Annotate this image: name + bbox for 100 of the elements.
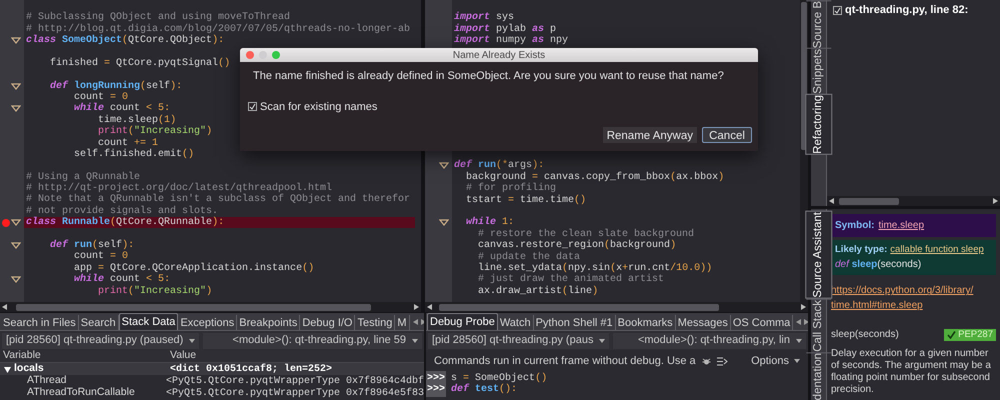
- code-line: class SomeObject(QtCore.QObject):: [26, 34, 224, 48]
- table-cell-text: AThreadToRunCallable: [26, 385, 136, 400]
- caret-icon[interactable]: [794, 359, 800, 363]
- expand-icon[interactable]: [4, 366, 11, 372]
- code-line: tstart = time.time(): [465, 194, 586, 208]
- horizontal-scrollbar[interactable]: [0, 302, 421, 312]
- scroll-right-icon[interactable]: [414, 304, 419, 310]
- tab[interactable]: Python Shell #1: [534, 315, 616, 330]
- vertical-tab[interactable]: Refactoring: [804, 94, 832, 155]
- function-heading: sleep(seconds): [831, 328, 899, 342]
- scroll-left-icon[interactable]: [427, 304, 432, 310]
- vertical-tab[interactable]: Source Assistant: [804, 211, 832, 299]
- frame-dropdown[interactable]: <module>(): qt-threading.py, lin: [613, 332, 806, 348]
- fold-icon[interactable]: [11, 242, 21, 249]
- column-header[interactable]: Value: [168, 350, 196, 364]
- console-line: def test():: [451, 382, 518, 397]
- code-line: import pylab as p: [454, 22, 556, 35]
- scroll-left-icon[interactable]: [412, 318, 418, 324]
- tab[interactable]: Stack Data: [118, 313, 178, 330]
- scrollbar-thumb[interactable]: [439, 304, 719, 310]
- scroll-right-icon[interactable]: [993, 198, 998, 204]
- hint-text: Commands run in current frame without debug. Use a: [434, 354, 696, 369]
- scroll-right-icon[interactable]: [801, 304, 806, 310]
- table-cell-text: <PyQt5.QtCore.pyqtWrapperType 0x7f8964c4dbf: [164, 374, 424, 388]
- vertical-tab[interactable]: dentation: [806, 352, 832, 400]
- list-icon[interactable]: [716, 356, 728, 366]
- dialog-message: The name finished is already defined in SomeObject. Are you sure you want to reuse that name?: [252, 69, 725, 84]
- symbol-label: Symbol:: [835, 219, 874, 234]
- code-line: count += 1: [97, 136, 158, 148]
- caret-icon[interactable]: [412, 338, 418, 342]
- vertical-tab[interactable]: Source B: [806, 0, 832, 48]
- dialog-button[interactable]: Rename Anyway: [602, 127, 697, 143]
- code-line: # not provide signals and slots.: [26, 204, 218, 217]
- code-line: import numpy as npy: [454, 34, 568, 48]
- code-line: time.sleep(1): [97, 114, 176, 126]
- table-cell-text: <dict 0x1051ccaf8; len=252>: [169, 362, 332, 376]
- caret-icon[interactable]: [599, 338, 606, 342]
- code-line: # just draw the animated artist: [477, 272, 664, 286]
- fold-icon[interactable]: [11, 219, 21, 226]
- column-header[interactable]: Variable: [0, 350, 168, 364]
- table-row[interactable]: locals <dict 0x1051ccaf8; len=252>: [0, 363, 424, 375]
- tab[interactable]: Testing: [355, 315, 396, 330]
- caret-icon[interactable]: [796, 338, 802, 342]
- table-cell-text: <PyQt5.QtCore.pyqtWrapperType 0x7f8964e5f83: [164, 386, 424, 400]
- tab[interactable]: Debug Probe: [427, 313, 498, 330]
- tab[interactable]: Messages: [676, 315, 731, 330]
- checkbox-label[interactable]: Scan for existing names: [260, 98, 378, 115]
- table-cell-text: AThread: [26, 373, 68, 387]
- fold-icon[interactable]: [11, 276, 21, 284]
- scrollbar-thumb[interactable]: [839, 198, 899, 205]
- horizontal-scrollbar[interactable]: [425, 302, 808, 312]
- scroll-left-icon[interactable]: [796, 318, 802, 324]
- fold-icon[interactable]: [11, 105, 21, 112]
- bug-icon[interactable]: [702, 356, 711, 366]
- horizontal-scrollbar[interactable]: [827, 196, 1000, 206]
- process-dropdown[interactable]: [pid 28560] qt-threading.py (paused): [2, 332, 200, 348]
- fold-icon[interactable]: [439, 162, 449, 170]
- options-button[interactable]: Options: [751, 352, 800, 370]
- checkbox[interactable]: [248, 102, 257, 112]
- table-cell-text: locals: [14, 361, 44, 375]
- fold-icon[interactable]: [439, 219, 449, 226]
- pep-badge: PEP287: [944, 328, 996, 341]
- checkbox[interactable]: [833, 6, 842, 15]
- description-text: Delay execution for a given number of seconds. The argument may be a floating point number for subsecond precision.: [831, 348, 992, 396]
- tab[interactable]: Bookmarks: [616, 315, 676, 330]
- code-line: def run(*args):: [454, 158, 544, 172]
- frame-dropdown[interactable]: <module>(): qt-threading.py, line 59: [203, 332, 422, 348]
- symbol-link[interactable]: time.sleep: [878, 218, 924, 234]
- tab[interactable]: OS Comma: [730, 315, 794, 330]
- scroll-left-icon[interactable]: [2, 304, 7, 310]
- tab[interactable]: Breakpoints: [237, 315, 300, 330]
- tab[interactable]: Search in Files: [1, 315, 79, 330]
- tab[interactable]: Watch: [498, 315, 534, 330]
- vertical-tab[interactable]: Call Stack: [806, 298, 832, 352]
- tab[interactable]: Exceptions: [178, 315, 238, 330]
- scrollbar-thumb[interactable]: [16, 304, 371, 310]
- code-line: # Subclassing QObject and using moveToThread: [26, 10, 290, 24]
- caret-icon[interactable]: [189, 338, 196, 342]
- result-label[interactable]: qt-threading.py, line 82:: [845, 2, 968, 18]
- code-line: app = QtCore.QCoreApplication.instance(): [73, 262, 314, 274]
- docs-link[interactable]: https://docs.python.org/3/library/time.html#time.sleep: [831, 283, 996, 314]
- code-line: while 1:: [465, 216, 514, 229]
- code-line: line.set_ydata(npy.sin(x+run.cnt/10.0)): [477, 262, 712, 274]
- tab[interactable]: Debug I/O: [300, 315, 356, 330]
- code-line: ax.draw_artist(line): [477, 284, 598, 299]
- process-dropdown[interactable]: [pid 28560] qt-threading.py (paus: [428, 332, 610, 348]
- scroll-left-icon[interactable]: [829, 198, 834, 204]
- fold-icon[interactable]: [11, 82, 21, 90]
- code-line: while count < 5:: [73, 102, 170, 114]
- fold-icon[interactable]: [11, 36, 21, 44]
- type-link[interactable]: callable function sleep: [890, 243, 984, 258]
- scroll-right-icon[interactable]: [804, 318, 808, 324]
- tab[interactable]: M: [395, 315, 410, 330]
- code-line: self.finished.emit(): [73, 148, 194, 162]
- code-line: # Using a QRunnable: [26, 170, 140, 183]
- code-line: count = 0: [73, 250, 128, 262]
- dialog-button[interactable]: Cancel: [702, 127, 752, 143]
- code-line: class Runnable(QtCore.QRunnable):: [26, 216, 224, 230]
- vertical-scrollbar[interactable]: [800, 0, 808, 302]
- breakpoint-icon[interactable]: [2, 218, 10, 227]
